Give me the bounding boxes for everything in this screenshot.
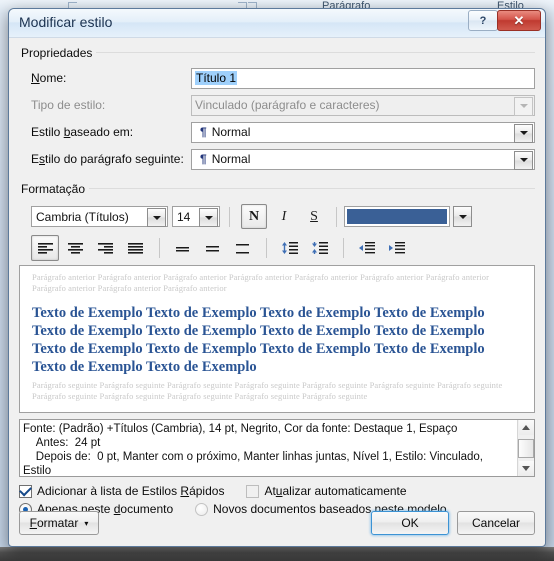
name-input[interactable]: Título 1 <box>191 67 535 89</box>
chevron-down-icon[interactable] <box>199 208 218 227</box>
format-button[interactable]: Formatar ▾ <box>19 511 99 535</box>
label-estilo-baseado: Estilo baseado em: <box>31 125 134 139</box>
align-center-icon <box>67 242 83 254</box>
style-type-value: Vinculado (parágrafo e caracteres) <box>195 98 380 112</box>
align-center-button[interactable] <box>61 235 89 261</box>
font-family-combo[interactable]: Cambria (Títulos) <box>31 206 168 227</box>
font-toolbar: Cambria (Títulos) 14 N I S <box>19 204 535 229</box>
increase-indent-icon <box>388 242 405 254</box>
auto-update-checkbox[interactable] <box>246 484 260 498</box>
properties-group: Propriedades Nome: Título 1 Tipo de esti… <box>19 44 535 170</box>
line-spacing-double-icon <box>235 243 249 253</box>
font-color-dropdown-button[interactable] <box>453 206 472 227</box>
properties-group-rule <box>19 52 535 53</box>
ok-button[interactable]: OK <box>371 511 449 535</box>
increase-paragraph-spacing-button[interactable] <box>305 235 333 261</box>
label-tipo-estilo: Tipo de estilo: <box>31 98 106 112</box>
scroll-up-arrow-icon[interactable] <box>518 420 534 435</box>
description-scrollbar[interactable] <box>517 420 534 476</box>
line-spacing-1-5-button[interactable] <box>198 235 226 261</box>
toolbar-separator <box>336 206 337 227</box>
italic-button[interactable]: I <box>271 204 297 229</box>
font-family-value: Cambria (Títulos) <box>36 209 129 224</box>
chevron-down-icon[interactable] <box>147 208 166 227</box>
decrease-paragraph-spacing-button[interactable] <box>275 235 303 261</box>
font-size-value: 14 <box>177 209 191 224</box>
bold-button[interactable]: N <box>241 204 267 229</box>
name-input-value: Título 1 <box>195 71 238 85</box>
font-color-swatch <box>347 209 447 224</box>
toolbar-separator <box>229 206 230 227</box>
properties-group-label: Propriedades <box>19 46 97 60</box>
underline-button[interactable]: S <box>301 204 327 229</box>
modify-style-dialog: Modificar estilo ? ✕ Propriedades Nome: … <box>8 8 546 547</box>
line-spacing-1-5-icon <box>205 245 219 251</box>
bold-icon: N <box>248 208 260 224</box>
scrollbar-thumb[interactable] <box>518 438 534 458</box>
close-button[interactable]: ✕ <box>497 10 541 31</box>
scroll-down-arrow-icon[interactable] <box>518 461 534 476</box>
row-estilo-seguinte: Estilo do parágrafo seguinte: ¶ Normal <box>19 148 535 170</box>
add-to-quick-styles-checkbox[interactable] <box>19 483 32 498</box>
based-on-value: Normal <box>211 125 251 139</box>
toolbar-separator <box>343 238 344 258</box>
chevron-down-icon[interactable] <box>514 123 533 143</box>
based-on-combo[interactable]: ¶ Normal <box>191 121 535 143</box>
dialog-titlebar[interactable]: Modificar estilo ? ✕ <box>9 9 545 38</box>
formatting-group-rule <box>19 188 535 189</box>
line-spacing-single-icon <box>175 246 189 251</box>
style-type-combo: Vinculado (parágrafo e caracteres) <box>191 94 535 116</box>
preview-sample-text: Texto de Exemplo Texto de Exemplo Texto … <box>32 305 485 375</box>
dialog-footer: Formatar ▾ OK Cancelar <box>19 510 535 536</box>
style-description-box: Fonte: (Padrão) +Títulos (Cambria), 14 p… <box>19 419 535 477</box>
style-preview-pane: Parágrafo anterior Parágrafo anterior Pa… <box>19 265 535 413</box>
decrease-paragraph-spacing-icon <box>281 241 298 254</box>
paragraph-toolbar <box>19 235 535 261</box>
next-style-value: Normal <box>211 152 251 166</box>
align-left-icon <box>37 242 53 254</box>
preview-after-text: Parágrafo seguinte Parágrafo seguinte Pa… <box>32 380 503 401</box>
chevron-down-icon[interactable] <box>514 150 533 170</box>
dialog-title: Modificar estilo <box>19 14 113 30</box>
checkbox-row: Adicionar à lista de Estilos Rápidos Atu… <box>19 483 535 498</box>
italic-icon: I <box>281 208 287 224</box>
align-justify-button[interactable] <box>121 235 149 261</box>
row-nome: Nome: Título 1 <box>19 67 535 89</box>
help-button[interactable]: ? <box>468 10 498 31</box>
align-right-button[interactable] <box>91 235 119 261</box>
auto-update-label: Atualizar automaticamente <box>264 484 407 498</box>
toolbar-separator <box>266 238 267 258</box>
underline-icon: S <box>310 208 318 224</box>
align-justify-icon <box>127 242 143 254</box>
style-description-text: Fonte: (Padrão) +Títulos (Cambria), 14 p… <box>23 423 484 476</box>
dialog-body: Propriedades Nome: Título 1 Tipo de esti… <box>9 44 545 516</box>
label-estilo-seguinte: Estilo do parágrafo seguinte: <box>31 152 184 166</box>
window-bottom-shadow <box>0 547 554 561</box>
align-right-icon <box>97 242 113 254</box>
decrease-indent-button[interactable] <box>352 235 380 261</box>
caret-down-icon: ▾ <box>84 518 89 528</box>
add-to-quick-styles-label: Adicionar à lista de Estilos Rápidos <box>37 484 225 498</box>
cancel-button[interactable]: Cancelar <box>457 511 535 535</box>
align-left-button[interactable] <box>31 235 59 261</box>
pilcrow-icon: ¶ <box>200 152 207 166</box>
chevron-down-icon <box>514 96 533 116</box>
row-tipo-estilo: Tipo de estilo: Vinculado (parágrafo e c… <box>19 94 535 116</box>
preview-before-text: Parágrafo anterior Parágrafo anterior Pa… <box>32 272 490 293</box>
decrease-indent-icon <box>358 242 375 254</box>
formatting-group-label: Formatação <box>19 182 90 196</box>
formatting-group: Formatação Cambria (Títulos) 14 N I S Pa… <box>19 180 535 413</box>
format-button-label: Formatar <box>29 516 79 530</box>
line-spacing-single-button[interactable] <box>168 235 196 261</box>
increase-indent-button[interactable] <box>382 235 410 261</box>
font-size-combo[interactable]: 14 <box>172 206 220 227</box>
font-color-picker[interactable] <box>344 206 450 227</box>
next-style-combo[interactable]: ¶ Normal <box>191 148 535 170</box>
row-estilo-baseado: Estilo baseado em: ¶ Normal <box>19 121 535 143</box>
increase-paragraph-spacing-icon <box>311 241 328 254</box>
toolbar-separator <box>159 238 160 258</box>
label-nome: Nome: <box>31 71 67 85</box>
line-spacing-double-button[interactable] <box>228 235 256 261</box>
pilcrow-icon: ¶ <box>200 125 207 139</box>
